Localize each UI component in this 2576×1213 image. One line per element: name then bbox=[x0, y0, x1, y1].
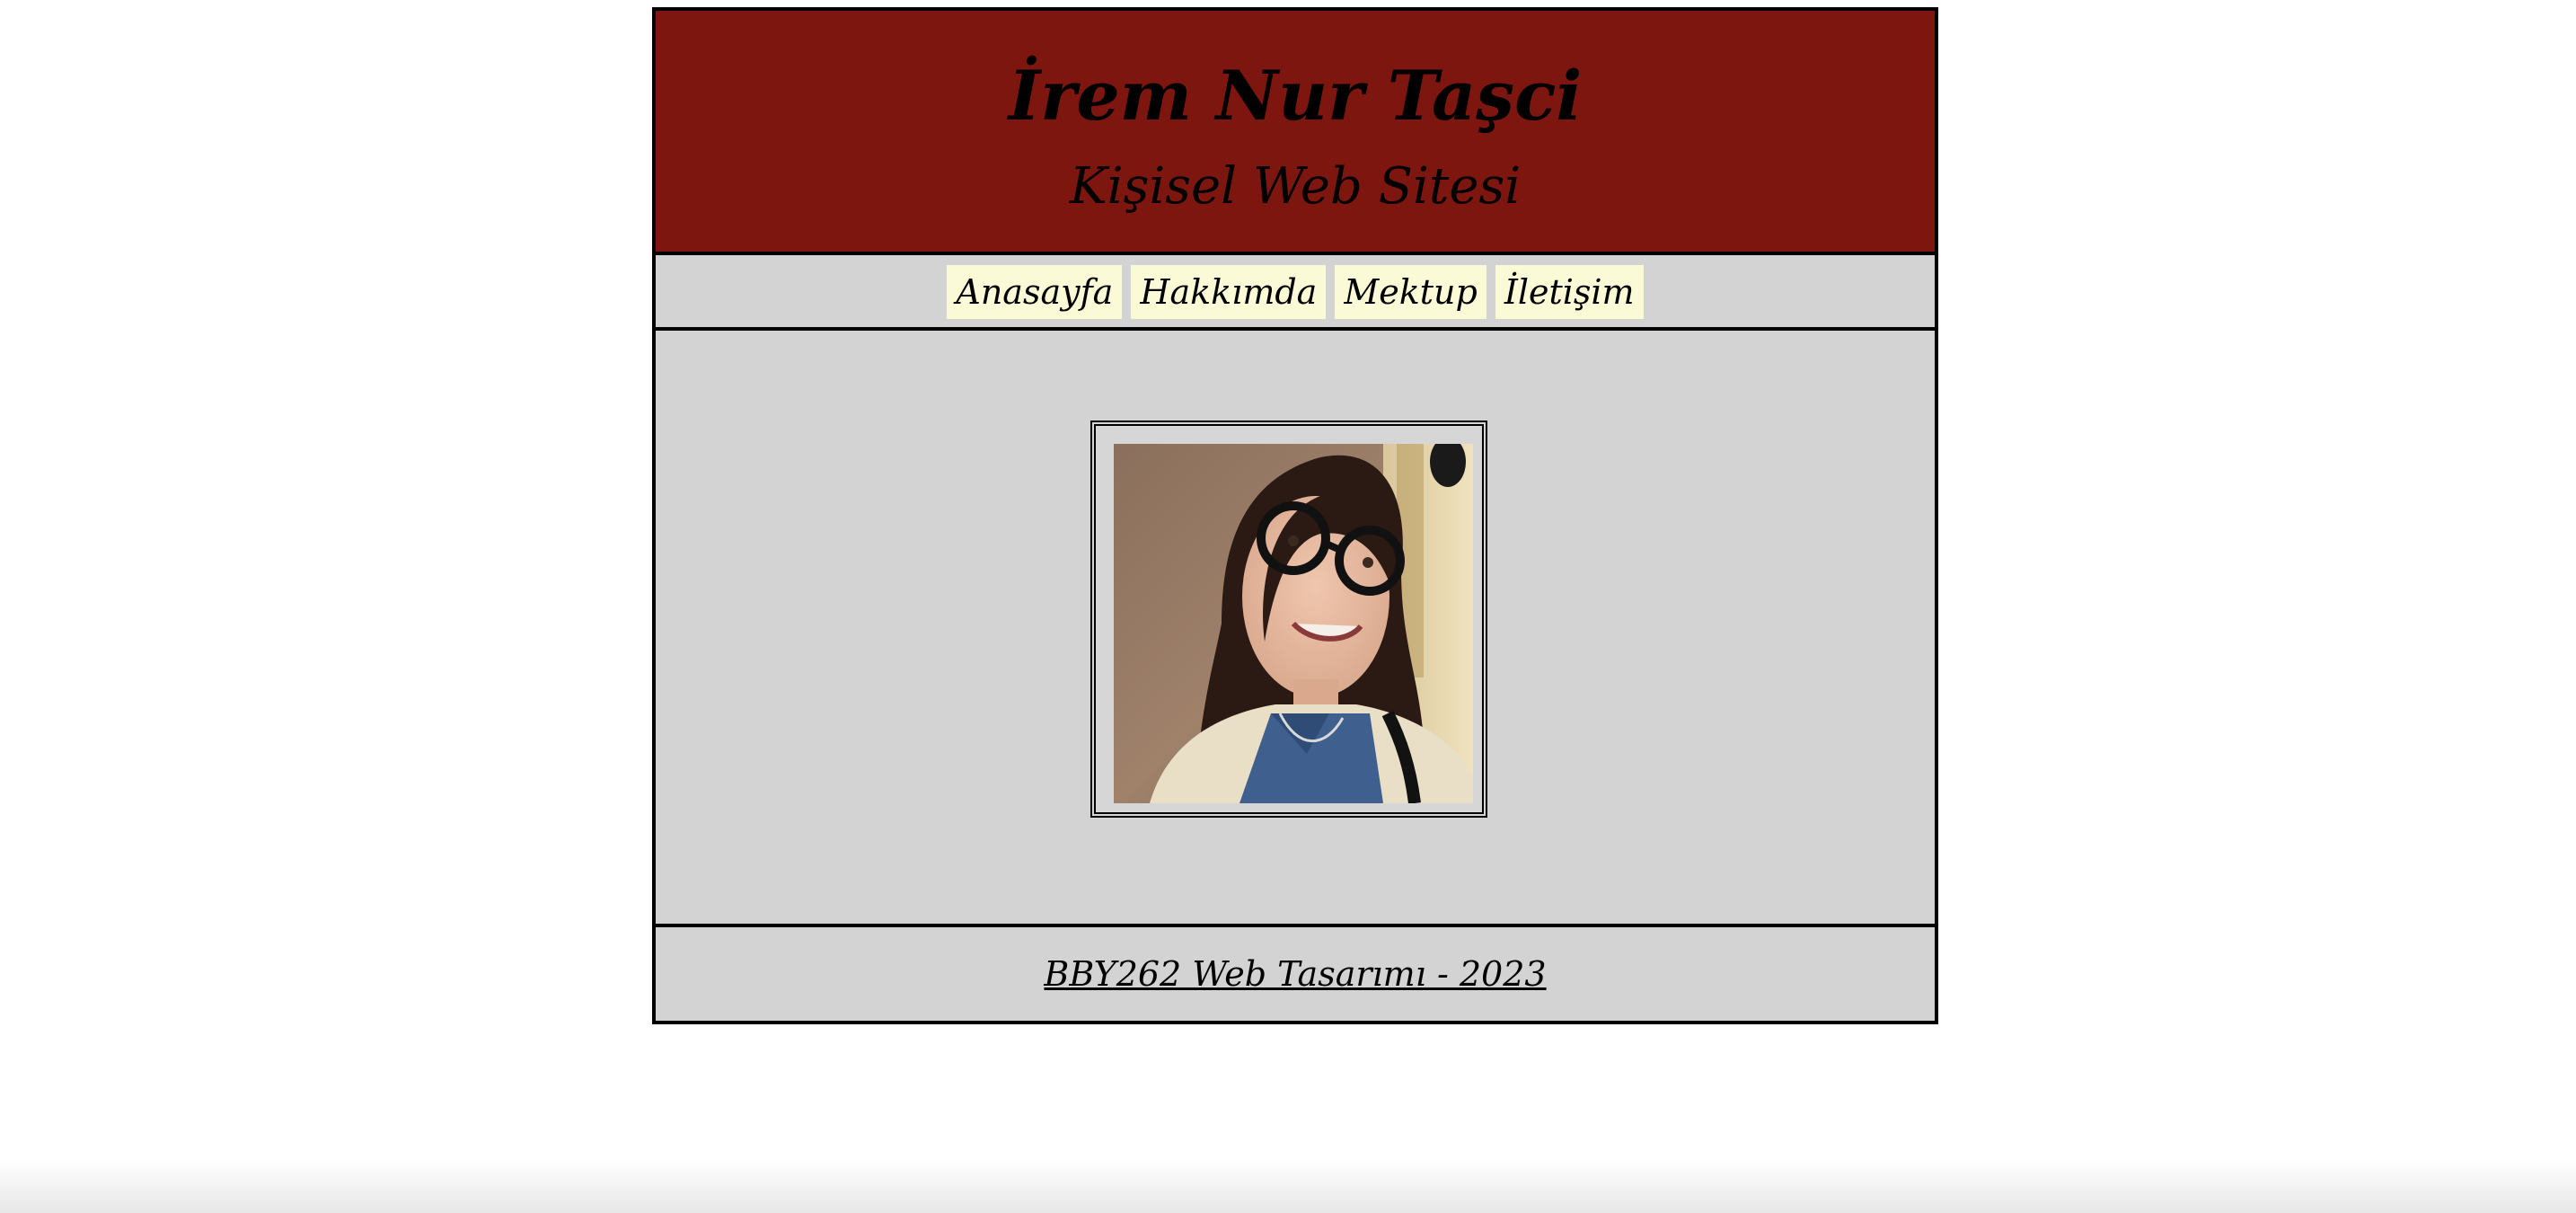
site-container: İrem Nur Taşci Kişisel Web Sitesi Anasay… bbox=[652, 7, 1938, 1024]
page-shadow bbox=[0, 1159, 2576, 1213]
site-title: İrem Nur Taşci bbox=[1008, 56, 1583, 136]
profile-photo-frame bbox=[1090, 421, 1487, 818]
nav-item-iletisim[interactable]: İletişim bbox=[1495, 265, 1644, 319]
nav-item-hakkimda[interactable]: Hakkımda bbox=[1131, 265, 1327, 319]
main-content bbox=[656, 331, 1935, 927]
nav-item-anasayfa[interactable]: Anasayfa bbox=[947, 265, 1123, 319]
profile-photo bbox=[1114, 444, 1473, 803]
nav-item-mektup[interactable]: Mektup bbox=[1335, 265, 1486, 319]
site-subtitle: Kişisel Web Sitesi bbox=[1069, 157, 1522, 216]
site-header: İrem Nur Taşci Kişisel Web Sitesi bbox=[656, 11, 1935, 255]
footer-text: BBY262 Web Tasarımı - 2023 bbox=[1044, 954, 1547, 994]
main-nav: Anasayfa Hakkımda Mektup İletişim bbox=[656, 255, 1935, 331]
site-footer: BBY262 Web Tasarımı - 2023 bbox=[656, 927, 1935, 1021]
